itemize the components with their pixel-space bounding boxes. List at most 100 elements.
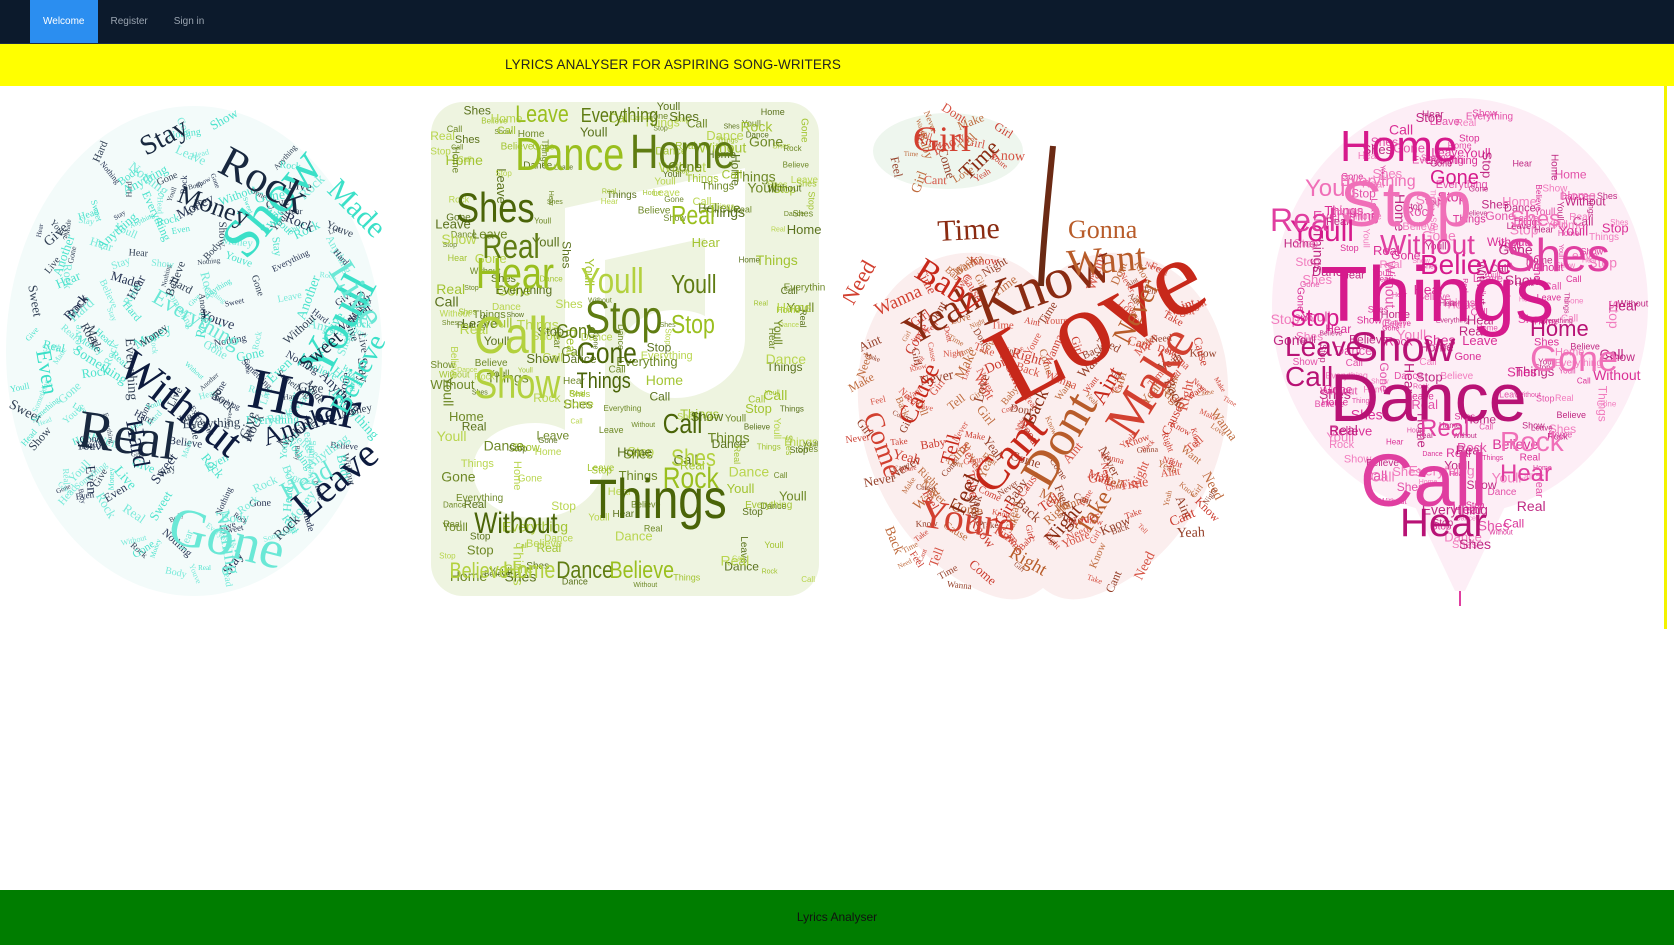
cloud-word: Things (1563, 292, 1570, 314)
cloud-word: Call (774, 471, 788, 480)
word-cloud-oval: Hard Everything Show Hear Head Give Head Leave S… (6, 101, 406, 601)
cloud-word: Home (646, 372, 684, 388)
cloud-word: Feel (888, 155, 906, 179)
cloud-word: Believe (744, 423, 771, 432)
cloud-word: Hear (448, 253, 468, 263)
cloud-word-major: Leave (1285, 331, 1361, 362)
cloud-word: Home (787, 222, 822, 237)
top-navbar: Welcome Register Sign in (0, 0, 1674, 44)
cloud-word: Dance (443, 500, 467, 509)
cloud-word: Youll (771, 319, 785, 345)
cloud-word-major: Believe (610, 556, 675, 583)
cloud-word-major: Without (474, 506, 558, 540)
cloud-word: Stop (467, 543, 494, 558)
cloud-word: Youll (803, 442, 818, 449)
cloud-word-major: Youll (1305, 175, 1356, 202)
cloud-word: Youll (725, 413, 746, 424)
cloud-word: Shes (555, 297, 582, 311)
cloud-word: Everything (784, 283, 825, 294)
cloud-word: Gone (243, 359, 252, 375)
cloud-word: Stop (430, 147, 451, 158)
cloud-word: Rock (1329, 439, 1355, 451)
cloud-word: Leave (599, 425, 624, 435)
cloud-word-major: Stop (1290, 305, 1339, 332)
cloud-word: Dance (1560, 191, 1589, 202)
cloud-word: Home (761, 107, 785, 117)
cloud-word: Call (801, 575, 815, 584)
cloud-word: Home (449, 409, 484, 424)
cloud-word-major: Show (474, 361, 560, 408)
cloud-word: Things (756, 252, 798, 268)
cloud-word: Things (701, 180, 735, 192)
cloud-word: Hear (1512, 158, 1532, 168)
cloud-word: Gone (749, 133, 783, 149)
cloud-word: Real (602, 189, 617, 196)
cloud-word: Stop (1480, 152, 1495, 179)
cloud-word: Hear (692, 235, 721, 250)
cloud-word: Without (768, 183, 802, 194)
cloud-word: Gone (799, 118, 810, 143)
cloud-word: Dance (766, 351, 807, 367)
footer-text: Lyrics Analyser (796, 910, 878, 924)
cloud-word: Things (757, 443, 781, 452)
cloud-word-major: Shes (671, 444, 716, 471)
cloud-word: Hear (601, 197, 619, 206)
cloud-word: Leave (536, 429, 569, 443)
cloud-word-major: Shes (1510, 206, 1560, 231)
cloud-word: Shes (560, 241, 574, 268)
cloud-word-major: Hear (1500, 460, 1552, 487)
cloud-word-major: Show (1350, 323, 1456, 370)
nav-menu: Welcome Register Sign in (30, 0, 217, 43)
cloud-word: Youll (765, 390, 780, 397)
cloud-word-major: Home (503, 556, 555, 583)
cloud-word-major: Dance (556, 556, 613, 583)
title-banner: LYRICS ANALYSER FOR ASPIRING SONG-WRITER… (0, 44, 1674, 86)
cloud-word-major: Call (1285, 361, 1333, 392)
cloud-word: Everything (604, 404, 642, 413)
cloud-word: Believe (783, 161, 810, 170)
nav-sign-in-link[interactable]: Sign in (161, 0, 218, 43)
cloud-word: Real (1569, 212, 1590, 223)
cloud-word: Gone (441, 468, 475, 484)
cloud-word-major: Rock (1500, 426, 1565, 457)
cloud-word: Stop (509, 443, 528, 453)
cloud-word: Leave (653, 188, 681, 199)
cloud-word: Real (771, 227, 786, 234)
cloud-word: Things (461, 458, 495, 470)
cloud-word: Shes (784, 435, 794, 456)
cloud-word-major: Believe (450, 559, 509, 583)
cloud-word-major: Home (630, 125, 735, 179)
cloud-word: Real (1555, 393, 1574, 403)
cloud-word-major: Real (671, 201, 715, 231)
cloud-word: Real (443, 519, 462, 529)
page-title: LYRICS ANALYSER FOR ASPIRING SONG-WRITER… (505, 57, 841, 72)
page-footer: Lyrics Analyser (0, 890, 1674, 945)
nav-register-link[interactable]: Register (98, 0, 161, 43)
word-cloud-gallery: Hard Everything Show Hear Head Give Head Leave S… (0, 86, 1667, 629)
cloud-word: Home (739, 255, 761, 264)
cloud-word: Call (497, 125, 516, 137)
cloud-word-major: Leave (515, 100, 569, 127)
cloud-word: Shes (464, 104, 491, 118)
cloud-word: Yeah (1176, 525, 1205, 541)
cloud-word-major: Gone (1530, 338, 1618, 379)
cloud-word-major: Real (1420, 415, 1469, 442)
cloud-word: Real (721, 552, 750, 568)
cloud-word: Youll (771, 418, 782, 439)
cloud-word: Stop (1459, 133, 1480, 144)
cloud-word: Stop (807, 191, 817, 210)
word-cloud-apple: Make Know Night Gonna Want Baby Girl Take Right K… (843, 96, 1243, 604)
cloud-word-major: Real (482, 227, 539, 265)
cloud-word: Call (570, 418, 583, 425)
cloud-word: Things (780, 404, 804, 413)
cloud-word: Home (777, 300, 812, 315)
cloud-word: Stop (495, 169, 512, 178)
cloud-word-major: Time (937, 212, 1001, 248)
cloud-word: Home (511, 461, 523, 490)
cloud-word: Without (440, 309, 471, 319)
cloud-word: Without (439, 370, 470, 380)
nav-welcome-link[interactable]: Welcome (30, 0, 98, 43)
cloud-word-major: Stop (671, 310, 715, 340)
cloud-word: Hear (128, 247, 149, 259)
cloud-word: Stop (742, 507, 763, 518)
